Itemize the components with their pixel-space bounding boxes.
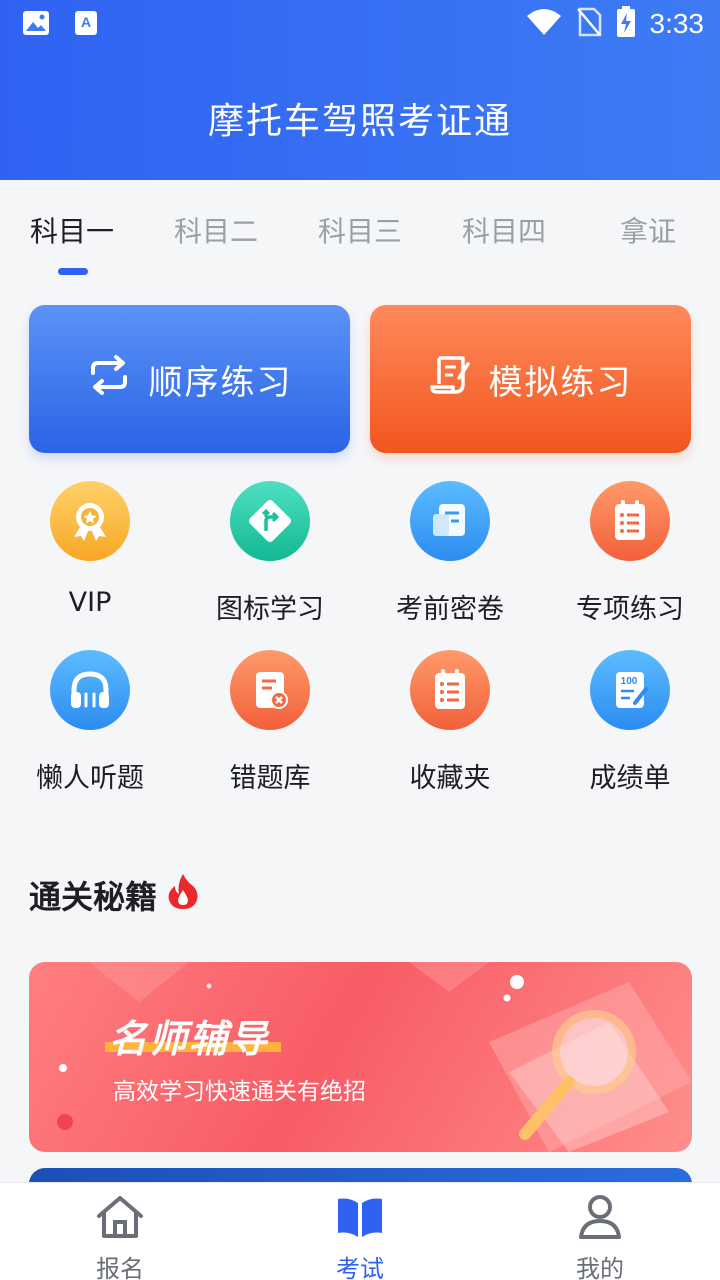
feature-label: VIP: [68, 587, 112, 618]
tabbar-item-mine[interactable]: 我的: [540, 1191, 660, 1280]
home-icon: [60, 1191, 180, 1243]
feature-listen[interactable]: 懒人听题: [0, 650, 180, 795]
tutor-banner[interactable]: 名师辅导 高效学习快速通关有绝招: [29, 962, 692, 1152]
tab-subject-1[interactable]: 科目一: [12, 210, 132, 250]
vip-medal-icon: [50, 481, 130, 561]
feature-special-practice[interactable]: 专项练习: [540, 481, 720, 626]
feature-label: 成绩单: [589, 763, 671, 794]
tabbar-label: 考试: [336, 1255, 384, 1280]
tab-subject-3[interactable]: 科目三: [300, 210, 420, 250]
image-notification-icon: [22, 10, 50, 40]
section-title: 通关秘籍: [29, 872, 199, 918]
fire-icon: [167, 872, 199, 918]
feature-label: 考前密卷: [396, 594, 504, 625]
tabbar-item-register[interactable]: 报名: [60, 1191, 180, 1280]
feature-favorites[interactable]: 收藏夹: [360, 650, 540, 795]
score-report-icon: 100: [590, 650, 670, 730]
clock-time: 3:33: [649, 8, 705, 39]
feature-sign-study[interactable]: 图标学习: [180, 481, 360, 626]
book-icon: [300, 1191, 420, 1243]
mock-exam-label: 模拟练习: [488, 362, 633, 403]
tab-subject-2[interactable]: 科目二: [156, 210, 276, 250]
feature-wrong-questions[interactable]: 错题库: [180, 650, 360, 795]
tab-get-license[interactable]: 拿证: [588, 210, 708, 250]
feature-label: 收藏夹: [409, 763, 491, 794]
battery-charging-icon: [616, 6, 636, 42]
feature-label: 懒人听题: [36, 763, 144, 794]
repeat-icon: [87, 354, 131, 404]
subject-tabs: 科目一 科目二 科目三 科目四 拿证: [0, 180, 720, 280]
sequential-practice-label: 顺序练习: [148, 362, 293, 403]
wrong-questions-icon: [230, 650, 310, 730]
section-title-text: 通关秘籍: [29, 878, 158, 916]
feature-label: 错题库: [229, 763, 311, 794]
no-sim-icon: [576, 7, 602, 41]
banner-title: 名师辅导: [109, 1017, 270, 1061]
feature-vip[interactable]: VIP: [0, 481, 180, 618]
user-icon: [540, 1191, 660, 1243]
bottom-tab-bar: 报名 考试 我的: [0, 1182, 720, 1280]
keyboard-notification-icon: A: [74, 10, 100, 40]
app-header: A 3:33 摩托车驾照考证通: [0, 0, 720, 180]
document-icon: [410, 481, 490, 561]
status-bar: A 3:33: [0, 0, 720, 50]
tabbar-label: 我的: [576, 1255, 624, 1280]
exam-paper-icon: [429, 354, 471, 405]
checklist-icon: [590, 481, 670, 561]
feature-secret-paper[interactable]: 考前密卷: [360, 481, 540, 626]
road-sign-icon: [230, 481, 310, 561]
tabbar-label: 报名: [96, 1255, 144, 1280]
mock-exam-button[interactable]: 模拟练习: [370, 305, 691, 453]
active-tab-indicator: [58, 268, 88, 275]
svg-text:100: 100: [621, 676, 638, 687]
tab-subject-4[interactable]: 科目四: [444, 210, 564, 250]
favorites-icon: [410, 650, 490, 730]
svg-text:A: A: [81, 14, 91, 30]
app-title: 摩托车驾照考证通: [207, 101, 512, 142]
tabbar-item-exam[interactable]: 考试: [300, 1191, 420, 1280]
banner-subtitle: 高效学习快速通关有绝招: [113, 1079, 366, 1105]
feature-label: 图标学习: [216, 594, 324, 625]
wifi-icon: [526, 8, 562, 40]
sequential-practice-button[interactable]: 顺序练习: [29, 305, 350, 453]
feature-label: 专项练习: [576, 594, 684, 625]
feature-score-report[interactable]: 100 成绩单: [540, 650, 720, 795]
headphones-icon: [50, 650, 130, 730]
